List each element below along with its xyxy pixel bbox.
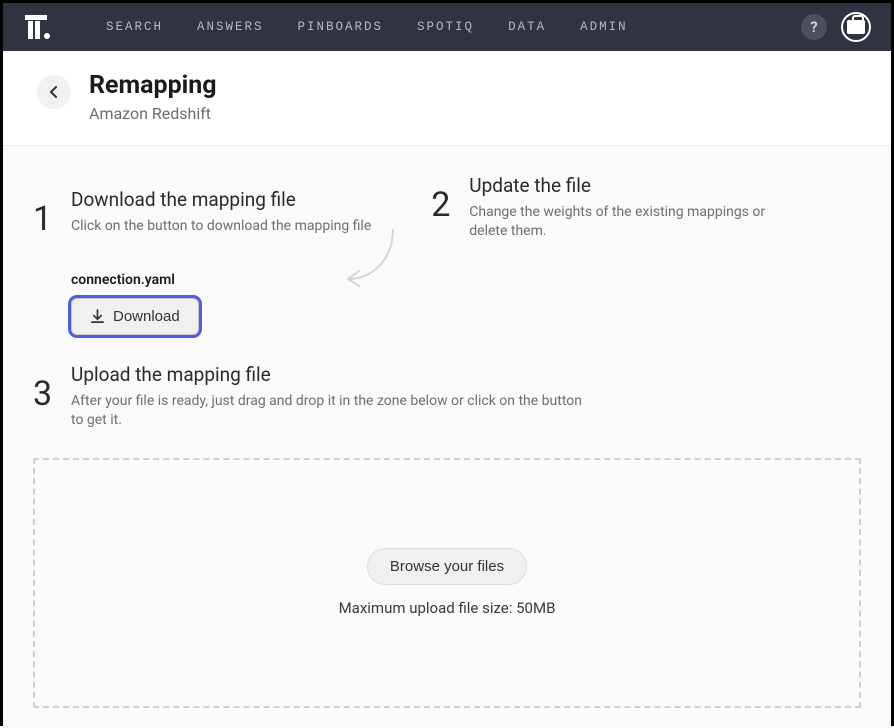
step-1-title: Download the mapping file (71, 188, 371, 211)
step-3-title: Upload the mapping file (71, 363, 591, 386)
step-1-number: 1 (33, 202, 55, 335)
download-icon (90, 309, 105, 324)
briefcase-icon (847, 20, 865, 34)
steps-row: 1 Download the mapping file Click on the… (33, 188, 861, 335)
nav-data[interactable]: DATA (508, 20, 546, 34)
page-subtitle: Amazon Redshift (89, 104, 217, 123)
avatar[interactable] (841, 12, 871, 42)
help-icon[interactable]: ? (801, 14, 827, 40)
upload-dropzone[interactable]: Browse your files Maximum upload file si… (33, 458, 861, 708)
step-2-number: 2 (431, 188, 453, 335)
step-2: 2 Update the file Change the weights of … (431, 174, 799, 335)
max-upload-size: Maximum upload file size: 50MB (339, 599, 556, 617)
step-2-title: Update the file (469, 174, 799, 197)
mapping-filename: connection.yaml (71, 272, 371, 288)
page-header: Remapping Amazon Redshift (3, 51, 891, 146)
chevron-left-icon (48, 86, 60, 98)
download-button-label: Download (113, 308, 180, 325)
step-3-desc: After your file is ready, just drag and … (71, 392, 591, 430)
nav-pinboards[interactable]: PINBOARDS (298, 20, 384, 34)
step-1: 1 Download the mapping file Click on the… (33, 188, 371, 335)
nav-answers[interactable]: ANSWERS (197, 20, 264, 34)
logo[interactable] (25, 15, 51, 39)
nav-right: ? (801, 12, 871, 42)
nav-spotiq[interactable]: SPOTIQ (417, 20, 474, 34)
back-button[interactable] (37, 75, 71, 109)
nav-admin[interactable]: ADMIN (580, 20, 628, 34)
download-button[interactable]: Download (71, 298, 199, 335)
step-3: 3 Upload the mapping file After your fil… (33, 363, 861, 430)
page-title: Remapping (89, 71, 217, 100)
browse-files-button[interactable]: Browse your files (367, 548, 527, 585)
step-3-number: 3 (33, 377, 55, 430)
nav-items: SEARCH ANSWERS PINBOARDS SPOTIQ DATA ADM… (106, 20, 628, 34)
content: 1 Download the mapping file Click on the… (3, 146, 891, 728)
nav-search[interactable]: SEARCH (106, 20, 163, 34)
top-nav: SEARCH ANSWERS PINBOARDS SPOTIQ DATA ADM… (3, 3, 891, 51)
step-2-desc: Change the weights of the existing mappi… (469, 203, 799, 241)
step-1-desc: Click on the button to download the mapp… (71, 217, 371, 236)
